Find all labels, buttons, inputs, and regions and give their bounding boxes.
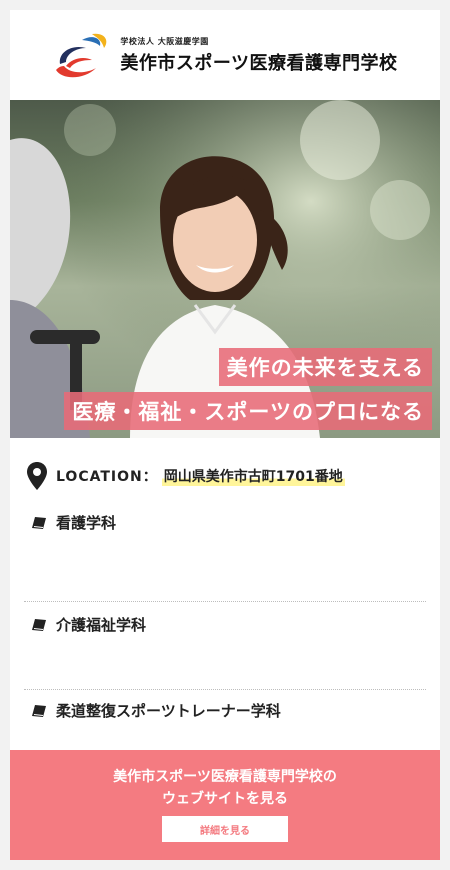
- location-label: LOCATION：: [56, 469, 158, 485]
- department-label: 柔道整復スポーツトレーナー学科: [56, 702, 281, 720]
- cta-text-line2: ウェブサイトを見る: [162, 791, 288, 807]
- school-logo: [56, 33, 107, 78]
- location-row: LOCATION： 岡山県美作市古町1701番地: [10, 438, 440, 514]
- book-icon: [32, 704, 46, 717]
- hero-photo: [10, 100, 440, 438]
- cta-text-line1: 美作市スポーツ医療看護専門学校の: [113, 769, 337, 785]
- hero-banner-line1: 美作の未来を支える: [218, 348, 432, 386]
- department-item-nursing[interactable]: 看護学科: [24, 514, 426, 602]
- department-list: 看護学科 介護福祉学科 柔道整復スポーツトレーナー学科: [10, 514, 440, 778]
- department-label: 看護学科: [56, 514, 117, 532]
- department-label: 介護福祉学科: [56, 616, 147, 634]
- corporation-name: 学校法人 大阪滋慶学園: [120, 36, 209, 46]
- department-item-care-welfare[interactable]: 介護福祉学科: [24, 602, 426, 690]
- map-pin-icon: [27, 462, 47, 490]
- hero-image: 美作の未来を支える 医療・福祉・スポーツのプロになる: [10, 100, 440, 438]
- book-icon: [32, 618, 46, 631]
- hero-banner-line2: 医療・福祉・スポーツのプロになる: [64, 392, 432, 430]
- school-card: 学校法人 大阪滋慶学園 美作市スポーツ医療看護専門学校 美作の未来を支える 医療…: [10, 10, 440, 860]
- school-name: 美作市スポーツ医療看護専門学校: [120, 52, 398, 74]
- details-button[interactable]: 詳細を見る: [162, 816, 288, 842]
- website-cta[interactable]: 美作市スポーツ医療看護専門学校の ウェブサイトを見る 詳細を見る: [10, 750, 440, 860]
- book-icon: [32, 516, 46, 529]
- location-address: 岡山県美作市古町1701番地: [161, 466, 345, 486]
- header: 学校法人 大阪滋慶学園 美作市スポーツ医療看護専門学校: [10, 10, 440, 100]
